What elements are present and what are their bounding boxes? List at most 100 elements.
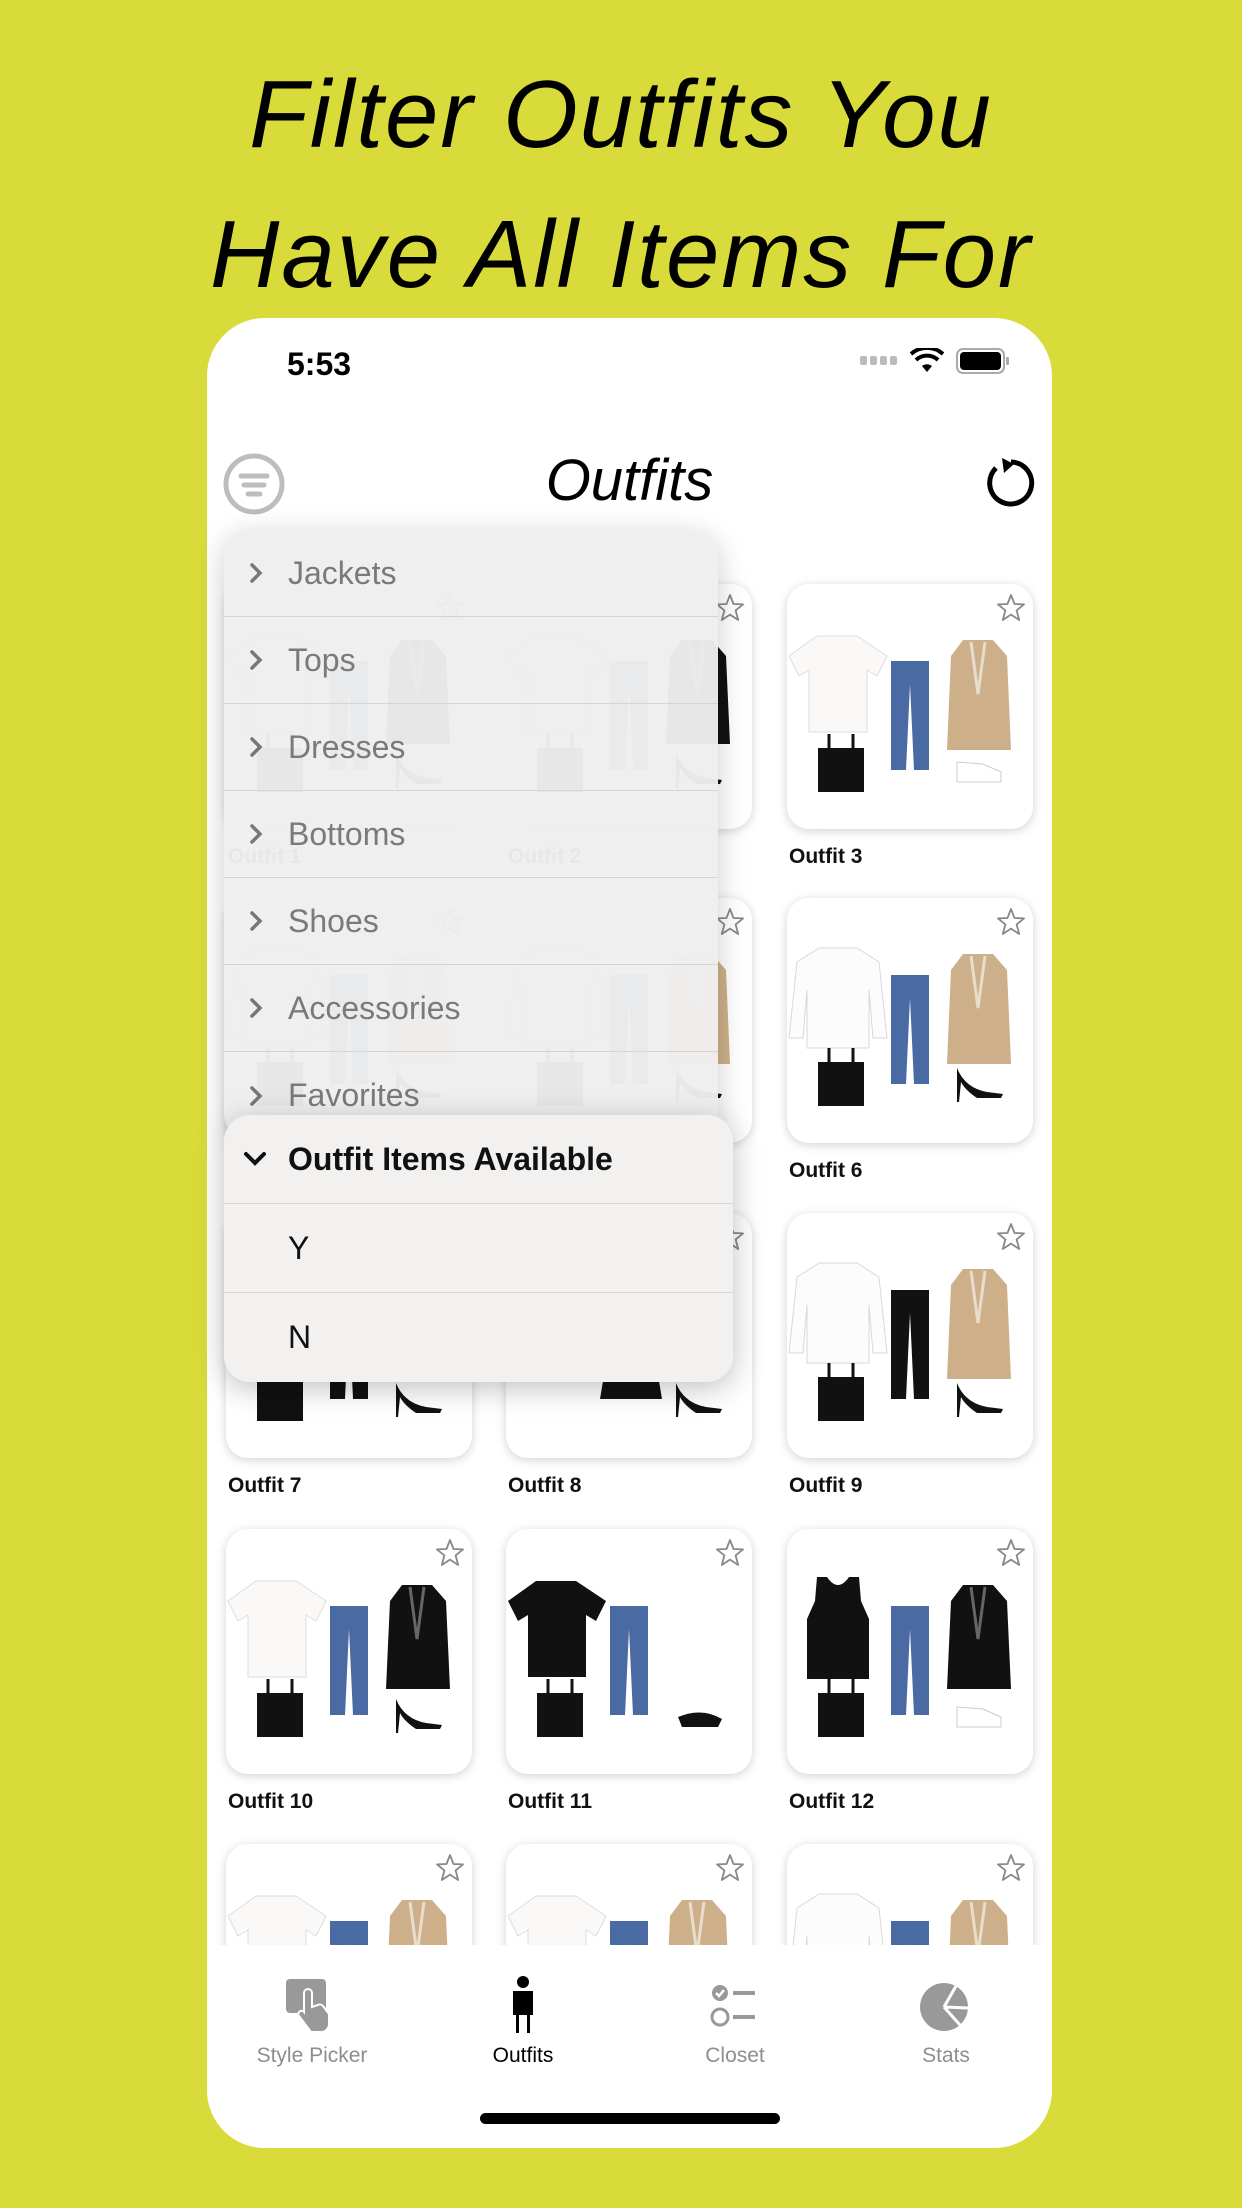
black-bag-item [818, 734, 864, 792]
white-tee-item [227, 1580, 327, 1678]
hand-tap-icon [286, 1979, 330, 2033]
option-label: Y [288, 1229, 310, 1266]
black-heel-item [957, 1068, 1003, 1102]
filter-item-tops[interactable]: Tops [224, 617, 718, 704]
outfit-card[interactable] [787, 1213, 1033, 1458]
headline-line-1: Filter Outfits You [249, 61, 993, 168]
availability-option-n[interactable]: N [224, 1293, 733, 1382]
favorite-star-icon[interactable] [714, 1852, 746, 1884]
favorite-star-icon[interactable] [714, 592, 746, 624]
availability-menu-header[interactable]: Outfit Items Available [224, 1115, 733, 1204]
black-heel-item [396, 1699, 442, 1733]
outfit-label: Outfit 10 [228, 1790, 314, 1813]
outfit-card[interactable] [787, 1529, 1033, 1774]
tab-closet[interactable]: Closet [635, 1975, 835, 2069]
filter-item-bottoms[interactable]: Bottoms [224, 791, 718, 878]
filter-item-label: Accessories [288, 989, 461, 1026]
white-tee-item [788, 635, 888, 733]
filter-icon[interactable] [223, 453, 285, 515]
black-bag-item [818, 1363, 864, 1421]
tab-style-picker[interactable]: Style Picker [212, 1975, 412, 2069]
favorite-star-icon[interactable] [995, 1537, 1027, 1569]
favorite-star-icon[interactable] [434, 1537, 466, 1569]
battery-icon [956, 348, 1009, 374]
black-pants-item [891, 1290, 929, 1399]
outfit-label: Outfit 6 [789, 1159, 863, 1182]
favorite-star-icon[interactable] [714, 1537, 746, 1569]
outfit-label: Outfit 3 [789, 845, 863, 868]
chevron-right-icon [250, 650, 263, 670]
headline-line-2: Have All Items For [210, 201, 1032, 308]
favorite-star-icon[interactable] [995, 906, 1027, 938]
chevron-down-icon [244, 1152, 266, 1166]
chevron-right-icon [250, 737, 263, 757]
white-blouse-item [788, 947, 888, 1049]
black-blazer-item [386, 1585, 450, 1689]
filter-item-label: Bottoms [288, 815, 406, 852]
filter-item-shoes[interactable]: Shoes [224, 878, 718, 965]
filter-item-dresses[interactable]: Dresses [224, 704, 718, 791]
outfit-label: Outfit 9 [789, 1474, 863, 1497]
favorite-star-icon[interactable] [434, 1852, 466, 1884]
black-heel-item [957, 1383, 1003, 1417]
filter-item-label: Tops [288, 641, 356, 678]
filter-item-label: Favorites [288, 1077, 420, 1113]
tab-label: Stats [922, 2044, 970, 2067]
wifi-icon [910, 348, 944, 372]
outfit-label: Outfit 11 [508, 1790, 593, 1813]
pie-chart-icon [920, 1983, 969, 2031]
tan-coat-item [947, 954, 1011, 1064]
blue-jeans-item [330, 1606, 368, 1715]
white-sneaker-item [956, 1706, 1002, 1728]
chevron-right-icon [250, 998, 263, 1018]
blue-jeans-item [891, 661, 929, 770]
chevron-right-icon [250, 563, 263, 583]
outfit-card[interactable] [787, 898, 1033, 1143]
outfit-card[interactable] [787, 584, 1033, 829]
availability-option-y[interactable]: Y [224, 1204, 733, 1293]
favorite-star-icon[interactable] [995, 1221, 1027, 1253]
black-heel-item [676, 1383, 722, 1417]
availability-filter-menu: Outfit Items Available Y N [224, 1115, 733, 1382]
filter-item-label: Jackets [288, 554, 397, 591]
chevron-right-icon [250, 824, 263, 844]
filter-item-jackets[interactable]: Jackets [224, 530, 718, 617]
white-blouse-item [788, 1262, 888, 1364]
white-sneaker-item [956, 761, 1002, 783]
black-bag-item [257, 1679, 303, 1737]
tab-stats[interactable]: Stats [846, 1975, 1046, 2069]
headline: Filter Outfits You Have All Items For [0, 0, 1242, 318]
black-bag-item [537, 1679, 583, 1737]
tab-outfits[interactable]: Outfits [423, 1975, 623, 2069]
favorite-star-icon[interactable] [995, 1852, 1027, 1884]
black-flat-item [678, 1712, 722, 1727]
favorite-star-icon[interactable] [714, 906, 746, 938]
status-time: 5:53 [287, 346, 352, 382]
blue-jeans-item [891, 975, 929, 1084]
favorite-star-icon[interactable] [995, 592, 1027, 624]
black-heel-item [396, 1383, 442, 1417]
black-tee-item [508, 1581, 606, 1677]
tan-coat-item [947, 640, 1011, 750]
chevron-right-icon [250, 911, 263, 931]
tab-label: Style Picker [256, 2044, 368, 2067]
filter-item-label: Shoes [288, 902, 379, 939]
person-icon [513, 1976, 533, 2033]
page-title: Outfits [545, 448, 714, 513]
option-label: N [288, 1319, 312, 1355]
black-blazer-item [947, 1585, 1011, 1689]
tab-bar: Style Picker Outfits Closet Stats [207, 1945, 1052, 2148]
tab-label: Closet [705, 2044, 765, 2067]
outfit-label: Outfit 8 [508, 1474, 582, 1497]
status-icons [860, 348, 1010, 374]
availability-menu-title: Outfit Items Available [288, 1140, 613, 1177]
signal-icon [860, 356, 897, 365]
blue-jeans-item [610, 1606, 648, 1715]
category-filter-menu: Jackets Tops Dresses Bottoms Shoes Accessorie… [224, 530, 718, 1139]
checklist-icon [710, 1985, 755, 2027]
filter-item-accessories[interactable]: Accessories [224, 965, 718, 1052]
outfit-card[interactable] [506, 1529, 752, 1774]
refresh-icon[interactable] [984, 456, 1038, 510]
outfit-label: Outfit 7 [228, 1474, 302, 1497]
outfit-card[interactable] [226, 1529, 472, 1774]
